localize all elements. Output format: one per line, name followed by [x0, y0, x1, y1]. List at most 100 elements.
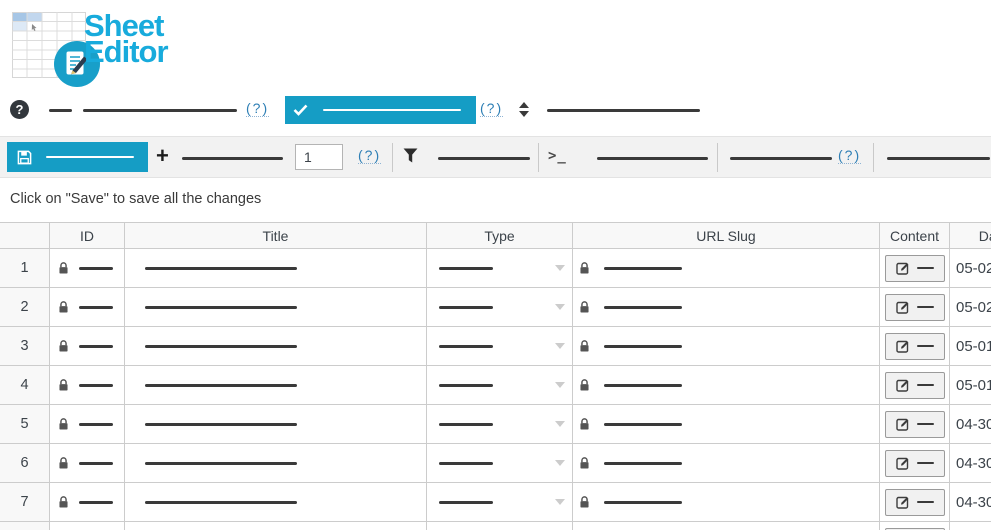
- cell-title[interactable]: [125, 288, 427, 326]
- cell-id[interactable]: [50, 288, 125, 326]
- dropdown-arrow-icon[interactable]: [555, 421, 565, 427]
- cell-title[interactable]: [125, 366, 427, 404]
- cell-content[interactable]: [880, 405, 950, 443]
- cell-date[interactable]: [950, 522, 991, 530]
- open-content-editor-button[interactable]: [884, 293, 945, 321]
- row-number[interactable]: 1: [0, 249, 50, 287]
- dropdown-arrow-icon[interactable]: [555, 460, 565, 466]
- cell-url-slug[interactable]: [573, 327, 880, 365]
- column-header-url-slug[interactable]: URL Slug: [573, 223, 880, 248]
- cell-date[interactable]: 05-01: [950, 327, 991, 365]
- row-number[interactable]: 3: [0, 327, 50, 365]
- open-content-editor-button[interactable]: [884, 410, 945, 438]
- row-number[interactable]: 6: [0, 444, 50, 482]
- cell-url-slug[interactable]: [573, 288, 880, 326]
- redacted-cell-value: [439, 344, 493, 348]
- cell-url-slug[interactable]: [573, 444, 880, 482]
- cell-date[interactable]: 04-30: [950, 405, 991, 443]
- cell-type[interactable]: [427, 327, 573, 365]
- terminal-icon[interactable]: >_: [548, 148, 567, 164]
- sort-toggle-icon[interactable]: [519, 102, 531, 117]
- column-header-title[interactable]: Title: [125, 223, 427, 248]
- cell-id[interactable]: [50, 522, 125, 530]
- filter-funnel-icon[interactable]: [403, 148, 418, 163]
- column-header-type[interactable]: Type: [427, 223, 573, 248]
- cell-date[interactable]: 04-30: [950, 483, 991, 521]
- cell-id[interactable]: [50, 327, 125, 365]
- add-rows-icon[interactable]: +: [156, 143, 169, 169]
- cell-id[interactable]: [50, 249, 125, 287]
- cell-id[interactable]: [50, 366, 125, 404]
- cell-content[interactable]: [880, 483, 950, 521]
- floppy-disk-icon: [17, 150, 32, 164]
- column-header-date[interactable]: Date: [950, 223, 991, 248]
- cell-url-slug[interactable]: [573, 366, 880, 404]
- help-link[interactable]: (?): [480, 100, 504, 117]
- help-link[interactable]: (?): [246, 100, 270, 117]
- redacted-cell-value: [604, 344, 682, 348]
- dropdown-arrow-icon[interactable]: [555, 382, 565, 388]
- cell-title[interactable]: [125, 522, 427, 530]
- dropdown-arrow-icon[interactable]: [555, 499, 565, 505]
- open-content-editor-button[interactable]: [884, 488, 945, 516]
- cell-type[interactable]: [427, 405, 573, 443]
- cell-title[interactable]: [125, 483, 427, 521]
- cell-title[interactable]: [125, 249, 427, 287]
- cell-id[interactable]: [50, 483, 125, 521]
- open-content-editor-button[interactable]: [884, 254, 945, 282]
- help-link[interactable]: (?): [358, 147, 382, 164]
- dropdown-arrow-icon[interactable]: [555, 304, 565, 310]
- cell-title[interactable]: [125, 405, 427, 443]
- cell-url-slug[interactable]: [573, 483, 880, 521]
- cell-type[interactable]: [427, 249, 573, 287]
- edit-pencil-icon: [896, 456, 910, 470]
- row-number[interactable]: 8: [0, 522, 50, 530]
- cell-date[interactable]: 05-01: [950, 366, 991, 404]
- open-content-editor-button[interactable]: [884, 371, 945, 399]
- cell-date[interactable]: 05-02: [950, 288, 991, 326]
- redacted-cell-value: [79, 422, 113, 426]
- cell-type[interactable]: [427, 522, 573, 530]
- cell-type[interactable]: [427, 366, 573, 404]
- cell-id[interactable]: [50, 444, 125, 482]
- lock-icon: [58, 261, 69, 275]
- cell-title[interactable]: [125, 444, 427, 482]
- cell-url-slug[interactable]: [573, 522, 880, 530]
- confirm-button[interactable]: [285, 96, 476, 124]
- row-number[interactable]: 2: [0, 288, 50, 326]
- column-header-corner[interactable]: [0, 223, 50, 248]
- cell-type[interactable]: [427, 444, 573, 482]
- cell-url-slug[interactable]: [573, 249, 880, 287]
- row-number[interactable]: 5: [0, 405, 50, 443]
- cell-date[interactable]: 05-02: [950, 249, 991, 287]
- cell-content[interactable]: [880, 249, 950, 287]
- redacted-cell-value: [145, 344, 297, 348]
- lock-icon: [579, 456, 590, 470]
- rows-count-input[interactable]: [295, 144, 343, 170]
- cell-id[interactable]: [50, 405, 125, 443]
- cell-content[interactable]: [880, 444, 950, 482]
- row-number[interactable]: 7: [0, 483, 50, 521]
- help-circle-icon[interactable]: ?: [10, 100, 29, 119]
- cell-type[interactable]: [427, 483, 573, 521]
- cell-content[interactable]: [880, 522, 950, 530]
- row-number[interactable]: 4: [0, 366, 50, 404]
- lock-icon: [579, 378, 590, 392]
- lock-icon: [58, 339, 69, 353]
- cell-content[interactable]: [880, 288, 950, 326]
- cell-content[interactable]: [880, 366, 950, 404]
- open-content-editor-button[interactable]: [884, 332, 945, 360]
- cell-type[interactable]: [427, 288, 573, 326]
- column-header-content[interactable]: Content: [880, 223, 950, 248]
- cell-title[interactable]: [125, 327, 427, 365]
- open-content-editor-button[interactable]: [884, 449, 945, 477]
- help-link[interactable]: (?): [838, 147, 862, 164]
- edit-pencil-icon: [896, 339, 910, 353]
- save-button[interactable]: [7, 142, 148, 172]
- column-header-id[interactable]: ID: [50, 223, 125, 248]
- cell-url-slug[interactable]: [573, 405, 880, 443]
- cell-content[interactable]: [880, 327, 950, 365]
- cell-date[interactable]: 04-30: [950, 444, 991, 482]
- dropdown-arrow-icon[interactable]: [555, 343, 565, 349]
- dropdown-arrow-icon[interactable]: [555, 265, 565, 271]
